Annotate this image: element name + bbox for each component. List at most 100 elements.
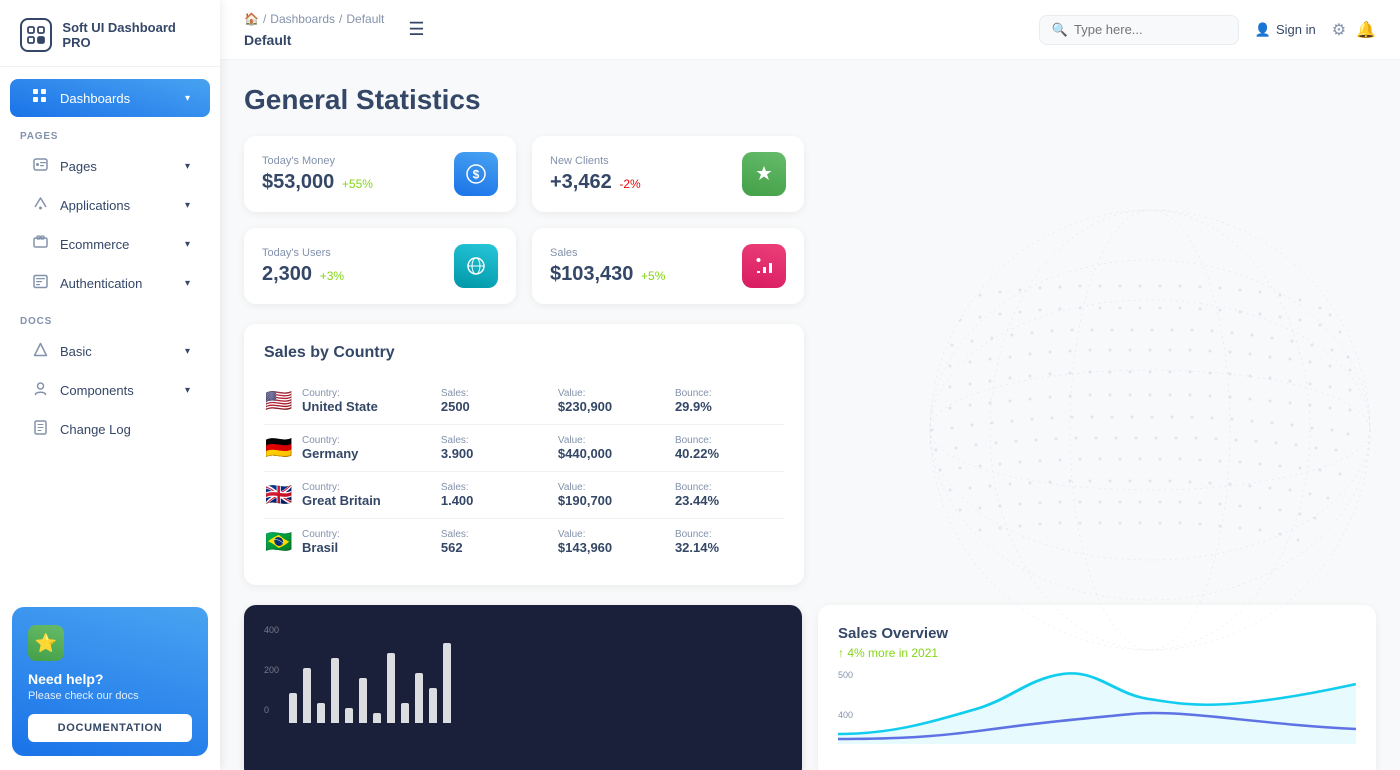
sidebar-item-dashboards[interactable]: Dashboards ▾ — [10, 79, 210, 117]
signin-button[interactable]: 👤 Sign in — [1255, 22, 1316, 38]
flag-de: 🇩🇪 — [264, 435, 294, 461]
breadcrumb-current: Default — [244, 32, 291, 48]
changelog-icon — [30, 420, 50, 439]
users-value: 2,300 — [262, 263, 312, 285]
authentication-arrow: ▾ — [185, 278, 190, 289]
sales-overview-change: ↑ 4% more in 2021 — [838, 646, 1356, 660]
sales-value: $103,430 — [550, 263, 633, 285]
sales-change: +5% — [641, 269, 665, 283]
bell-icon[interactable]: 🔔 — [1356, 20, 1376, 40]
sidebar-item-ecommerce[interactable]: Ecommerce ▾ — [10, 226, 210, 263]
breadcrumb: 🏠 / Dashboards / Default Default — [244, 12, 384, 48]
stat-card-users: Today's Users 2,300 +3% — [244, 228, 516, 304]
bar-chart — [289, 633, 451, 723]
up-arrow-icon: ↑ — [838, 646, 844, 660]
breadcrumb-dashboards[interactable]: Dashboards — [270, 12, 335, 26]
authentication-icon — [30, 274, 50, 293]
help-star-badge: ⭐ — [28, 625, 64, 661]
sidebar-item-changelog[interactable]: Change Log — [10, 411, 210, 448]
sidebar-logo: Soft UI Dashboard PRO — [0, 0, 220, 67]
clients-value: +3,462 — [550, 171, 612, 193]
money-change: +55% — [342, 177, 373, 191]
money-value: $53,000 — [262, 171, 334, 193]
docs-section-label: DOCS — [0, 304, 220, 331]
clients-change: -2% — [619, 177, 640, 191]
flag-us: 🇺🇸 — [264, 388, 294, 414]
settings-icon[interactable]: ⚙ — [1332, 20, 1346, 40]
search-input[interactable] — [1074, 22, 1214, 37]
signin-label: Sign in — [1276, 22, 1316, 37]
sidebar-item-authentication[interactable]: Authentication ▾ — [10, 265, 210, 302]
applications-icon — [30, 196, 50, 215]
sidebar-item-components[interactable]: Components ▾ — [10, 372, 210, 409]
sidebar-item-basic[interactable]: Basic ▾ — [10, 333, 210, 370]
pages-section-label: PAGES — [0, 119, 220, 146]
components-label: Components — [60, 383, 175, 398]
sidebar: Soft UI Dashboard PRO Dashboards ▾ PAGES — [0, 0, 220, 770]
breadcrumb-path: 🏠 / Dashboards / Default — [244, 12, 384, 26]
pages-label: Pages — [60, 159, 175, 174]
stats-grid: Today's Money $53,000 +55% $ New Client — [244, 136, 804, 304]
sidebar-item-pages[interactable]: Pages ▾ — [10, 148, 210, 185]
hamburger-icon[interactable]: ☰ — [408, 19, 424, 40]
sales-by-country-title: Sales by Country — [264, 344, 784, 362]
logo-icon — [20, 18, 52, 52]
page-title: General Statistics — [244, 84, 1376, 116]
stat-card-money: Today's Money $53,000 +55% $ — [244, 136, 516, 212]
line-chart-area: 500 400 — [838, 670, 1356, 760]
home-icon: 🏠 — [244, 12, 259, 26]
breadcrumb-default-link[interactable]: Default — [346, 12, 384, 26]
flag-br: 🇧🇷 — [264, 529, 294, 555]
table-row: 🇺🇸 Country: United State Sales: 2500 Val… — [264, 378, 784, 425]
users-change: +3% — [320, 269, 344, 283]
sales-overview-title: Sales Overview — [838, 625, 1356, 642]
money-icon-box: $ — [454, 152, 498, 196]
bar-chart-y-axis: 400 200 0 — [264, 625, 279, 715]
bar-chart-card: 400 200 0 — [244, 605, 802, 770]
help-box: ⭐ Need help? Please check our docs DOCUM… — [12, 607, 208, 756]
dashboard-icon — [30, 88, 50, 108]
pages-icon — [30, 157, 50, 176]
ecommerce-label: Ecommerce — [60, 237, 175, 252]
pages-arrow: ▾ — [185, 161, 190, 172]
breadcrumb-sep2: / — [339, 12, 342, 26]
clients-label: New Clients — [550, 155, 730, 167]
basic-icon — [30, 342, 50, 361]
components-arrow: ▾ — [185, 385, 190, 396]
table-row: 🇩🇪 Country: Germany Sales: 3.900 Value: … — [264, 425, 784, 472]
sidebar-item-applications[interactable]: Applications ▾ — [10, 187, 210, 224]
basic-label: Basic — [60, 344, 175, 359]
search-icon: 🔍 — [1052, 22, 1068, 38]
logo-text: Soft UI Dashboard PRO — [62, 20, 200, 50]
user-icon: 👤 — [1255, 22, 1271, 38]
components-icon — [30, 381, 50, 400]
authentication-label: Authentication — [60, 276, 175, 291]
table-row: 🇧🇷 Country: Brasil Sales: 562 Value: $14… — [264, 519, 784, 565]
bottom-charts-row: 400 200 0 — [244, 605, 1376, 770]
clients-icon-box — [742, 152, 786, 196]
flag-gb: 🇬🇧 — [264, 482, 294, 508]
dashboards-label: Dashboards — [60, 91, 175, 106]
help-title: Need help? — [28, 671, 192, 687]
svg-text:$: $ — [473, 168, 480, 182]
dashboards-arrow: ▾ — [185, 93, 190, 104]
country-table: 🇺🇸 Country: United State Sales: 2500 Val… — [264, 378, 784, 565]
main-content: General Statistics — [220, 60, 1400, 770]
sidebar-nav: Dashboards ▾ PAGES Pages ▾ — [0, 67, 220, 593]
sales-overview-card: Sales Overview ↑ 4% more in 2021 500 400 — [818, 605, 1376, 770]
money-label: Today's Money — [262, 155, 442, 167]
changelog-label: Change Log — [60, 422, 190, 437]
sales-label: Sales — [550, 247, 730, 259]
stat-card-sales: Sales $103,430 +5% — [532, 228, 804, 304]
documentation-button[interactable]: DOCUMENTATION — [28, 714, 192, 742]
sales-icon-box — [742, 244, 786, 288]
topbar-search[interactable]: 🔍 — [1039, 15, 1239, 45]
breadcrumb-sep1: / — [263, 12, 266, 26]
topbar: 🏠 / Dashboards / Default Default ☰ 🔍 👤 S… — [220, 0, 1400, 60]
main-area: 🏠 / Dashboards / Default Default ☰ 🔍 👤 S… — [220, 0, 1400, 770]
topbar-icons: ⚙ 🔔 — [1332, 20, 1376, 40]
users-label: Today's Users — [262, 247, 442, 259]
ecommerce-icon — [30, 235, 50, 254]
stat-card-clients: New Clients +3,462 -2% — [532, 136, 804, 212]
sales-by-country-card: Sales by Country 🇺🇸 Country: United Stat… — [244, 324, 804, 585]
